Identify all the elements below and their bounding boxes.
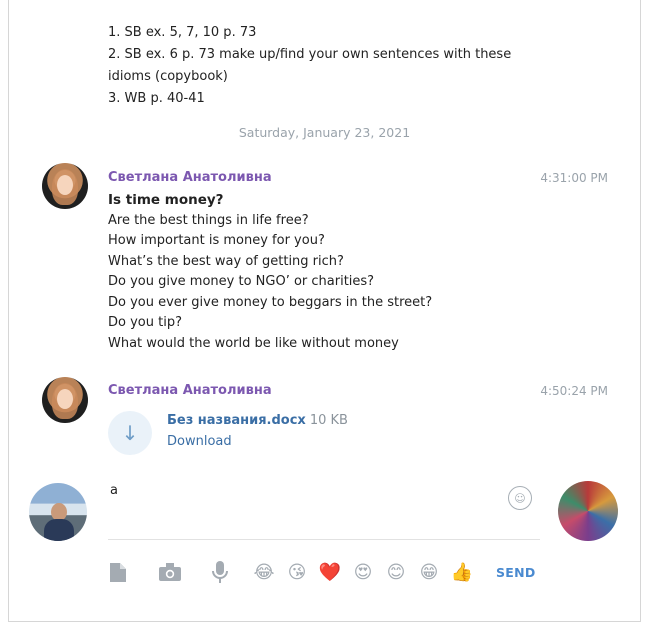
download-arrow-icon[interactable]: ↓ <box>108 411 152 455</box>
download-link[interactable]: Download <box>167 434 232 449</box>
message-line: Are the best things in life free? <box>108 212 309 228</box>
message-time: 4:31:00 PM <box>540 171 608 185</box>
message-line: Do you ever give money to beggars in the… <box>108 294 433 310</box>
message-line: How important is money for you? <box>108 233 325 248</box>
message-line: What’s the best way of getting rich? <box>108 253 344 269</box>
message-title: Is time money? <box>108 192 224 208</box>
emoji-button[interactable]: 😍 <box>351 560 375 584</box>
emoji-button[interactable]: 😂 <box>252 560 276 584</box>
chat-window: 1. SB ex. 5, 7, 10 p. 73 2. SB ex. 6 p. … <box>8 0 641 622</box>
file-size: 10 KB <box>309 413 348 428</box>
emoji-button[interactable]: ❤️ <box>318 560 342 584</box>
sender-name[interactable]: Светлана Анатоливна <box>108 170 272 185</box>
peer-avatar[interactable] <box>558 481 618 541</box>
camera-icon[interactable] <box>157 560 183 584</box>
previous-message-line: 1. SB ex. 5, 7, 10 p. 73 <box>108 25 257 40</box>
document-icon[interactable] <box>107 560 129 584</box>
message-time: 4:50:24 PM <box>540 384 608 398</box>
composer-toolbar: 😂 😘 ❤️ 😍 😊 😁 👍 <box>9 560 640 588</box>
input-underline <box>108 539 540 540</box>
message-line: Do you give money to NGO’ or charities? <box>108 274 375 289</box>
previous-message-line: 3. WB p. 40-41 <box>108 91 205 106</box>
file-name[interactable]: Без названия.docx 10 KB <box>167 413 348 428</box>
emoji-picker-icon[interactable]: ☺ <box>508 486 532 510</box>
emoji-button[interactable]: 😘 <box>285 560 309 584</box>
emoji-button[interactable]: 😁 <box>417 560 441 584</box>
emoji-button[interactable]: 👍 <box>450 560 474 584</box>
sender-name[interactable]: Светлана Анатоливна <box>108 383 272 398</box>
file-name-text[interactable]: Без названия.docx <box>167 413 306 428</box>
message-line: What would the world be like without mon… <box>108 335 399 351</box>
sender-avatar[interactable] <box>42 163 88 209</box>
message-line: Do you tip? <box>108 315 182 330</box>
sender-avatar[interactable] <box>42 377 88 423</box>
emoji-button[interactable]: 😊 <box>384 560 408 584</box>
message-body: Is time money? Are the best things in li… <box>108 190 432 354</box>
send-button[interactable]: SEND <box>496 565 536 580</box>
previous-message-line: 2. SB ex. 6 p. 73 make up/find your own … <box>108 47 512 84</box>
previous-message: 1. SB ex. 5, 7, 10 p. 73 2. SB ex. 6 p. … <box>108 22 538 110</box>
date-separator: Saturday, January 23, 2021 <box>238 125 411 140</box>
microphone-icon[interactable] <box>209 560 231 584</box>
message-input[interactable]: a <box>110 483 118 498</box>
my-avatar[interactable] <box>29 483 87 541</box>
